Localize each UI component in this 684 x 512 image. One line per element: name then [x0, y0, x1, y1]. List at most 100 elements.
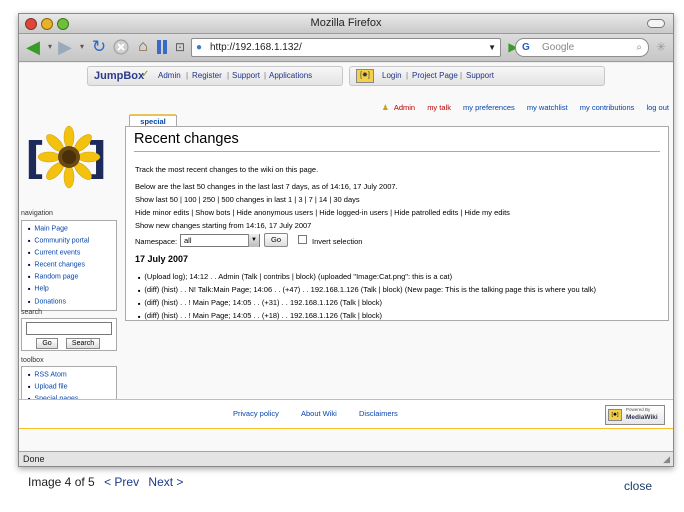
personal-link-contributions[interactable]: my contributions [580, 103, 635, 112]
jumpbox-link-applications[interactable]: Applications [269, 67, 312, 85]
mediawiki-sunflower-icon: [✹] [608, 409, 622, 421]
toolbox-heading: toolbox [21, 357, 44, 364]
date-heading: 17 July 2007 [135, 254, 189, 264]
page-footer: Privacy policy About Wiki Disclaimers [✹… [19, 399, 673, 429]
search-portlet: Go Search [21, 318, 117, 351]
user-icon: ♟ [382, 103, 389, 112]
search-bar[interactable]: G Google ⌕ [515, 38, 649, 57]
url-bar[interactable]: ● http://192.168.1.132/ ▼ [191, 38, 501, 57]
separator: | [186, 71, 189, 80]
show-last-links[interactable]: Show last 50 | 100 | 250 | 500 changes i… [135, 195, 360, 204]
status-bar: Done ◢ [19, 451, 673, 466]
title-bar: Mozilla Firefox [19, 14, 673, 34]
change-item-text[interactable]: (diff) (hist) . . ! Main Page; 14:05 . .… [144, 311, 382, 320]
navigation-heading: navigation [21, 210, 53, 217]
mediawiki-badge-caption: Powered By [626, 407, 651, 412]
sidebar-item-current-events[interactable]: Current events [28, 247, 116, 259]
new-tab-icon[interactable]: ⊡ [171, 37, 189, 57]
sidebar-go-button[interactable]: Go [36, 338, 58, 349]
footer-link-about[interactable]: About Wiki [301, 409, 337, 418]
toolbar-toggle-button[interactable] [647, 19, 665, 28]
magnifier-icon[interactable]: ⌕ [636, 39, 642, 56]
image-counter: Image 4 of 5 [28, 475, 95, 489]
sidebar-item-donations[interactable]: Donations [28, 296, 116, 308]
stop-icon[interactable] [111, 37, 131, 57]
jumpbox-link-support[interactable]: Support [232, 67, 260, 85]
separator: | [264, 71, 267, 80]
personal-link-admin[interactable]: Admin [394, 103, 415, 112]
jumpbox-link-project-page[interactable]: Project Page [412, 67, 458, 85]
url-dropdown-icon[interactable]: ▼ [488, 39, 496, 56]
jumpbox-check-icon: ✓ [141, 69, 150, 80]
change-item-text[interactable]: (Upload log); 14:12 . . Admin (Talk | co… [144, 272, 452, 281]
forward-dropdown-icon[interactable]: ▾ [77, 37, 87, 57]
personal-link-my-talk[interactable]: my talk [427, 103, 451, 112]
invert-selection-checkbox[interactable] [298, 235, 307, 244]
window-title: Mozilla Firefox [310, 17, 382, 29]
separator: | [227, 71, 230, 80]
change-item: ■ (Upload log); 14:12 . . Admin (Talk | c… [138, 272, 453, 281]
page-title: Recent changes [134, 131, 239, 147]
change-item: ■ (diff) (hist) . . ! Main Page; 14:05 . … [138, 298, 382, 307]
namespace-go-button[interactable]: Go [264, 233, 288, 247]
sidebar-item-main-page[interactable]: Main Page [28, 223, 116, 235]
jumpbox-bar-left: JumpBox ✓ Admin | Register | Support | A… [87, 66, 343, 86]
home-icon[interactable]: ⌂ [133, 37, 153, 57]
personal-link-watchlist[interactable]: my watchlist [527, 103, 568, 112]
sidebar-item-recent-changes[interactable]: Recent changes [28, 259, 116, 271]
sidebar-search-input[interactable] [26, 322, 112, 335]
namespace-select[interactable]: all ▼ [180, 234, 260, 247]
personal-link-log-out[interactable]: log out [646, 103, 669, 112]
sidebar-search-button[interactable]: Search [66, 338, 100, 349]
title-divider [134, 151, 660, 152]
url-text: http://192.168.1.132/ [210, 42, 302, 53]
sidebar-item-help[interactable]: Help [28, 283, 116, 295]
prev-link[interactable]: < Prev [104, 475, 139, 489]
navigation-portlet: Main Page Community portal Current event… [21, 220, 117, 311]
wiki-logo[interactable]: [ ] [21, 117, 117, 197]
forward-arrow-icon[interactable]: ▶ [55, 37, 75, 57]
gallery-caption: Image 4 of 5 < Prev Next > [28, 475, 189, 489]
jumpbox-logo[interactable]: JumpBox [94, 67, 144, 85]
main-content: Recent changes Track the most recent cha… [125, 126, 669, 321]
back-dropdown-icon[interactable]: ▾ [45, 37, 55, 57]
invert-selection-label: Invert selection [312, 237, 363, 246]
change-item-text[interactable]: (diff) (hist) . . ! Main Page; 14:05 . .… [144, 298, 382, 307]
page-content: JumpBox ✓ Admin | Register | Support | A… [19, 63, 673, 453]
filter-toggle-links[interactable]: Hide minor edits | Show bots | Hide anon… [135, 208, 510, 217]
resize-grip-icon[interactable]: ◢ [663, 452, 670, 466]
bookmarks-icon[interactable] [153, 37, 171, 57]
intro-text: Track the most recent changes to the wik… [135, 165, 319, 174]
change-item-text[interactable]: (diff) (hist) . . N! Talk:Main Page; 14:… [144, 285, 596, 294]
footer-link-privacy[interactable]: Privacy policy [233, 409, 279, 418]
google-icon: G [522, 42, 530, 53]
mediawiki-badge[interactable]: [✹] Powered By MediaWiki [605, 405, 665, 425]
namespace-label: Namespace: [135, 237, 178, 246]
footer-link-disclaimers[interactable]: Disclaimers [359, 409, 398, 418]
jumpbox-link-admin[interactable]: Admin [158, 67, 181, 85]
change-item: ■ (diff) (hist) . . ! Main Page; 14:05 . … [138, 311, 382, 320]
site-globe-icon: ● [196, 42, 203, 53]
change-item: ■ (diff) (hist) . . N! Talk:Main Page; 14… [138, 285, 596, 294]
reload-icon[interactable]: ↻ [89, 37, 109, 57]
jumpbox-link-support-right[interactable]: Support [466, 67, 494, 85]
browser-window: Mozilla Firefox ◀ ▾ ▶ ▾ ↻ ⌂ ⊡ ● http://1… [18, 13, 674, 467]
summary-line: Below are the last 50 changes in the las… [135, 182, 398, 191]
next-link[interactable]: Next > [148, 475, 183, 489]
app-sunflower-icon: [✹] [356, 69, 374, 83]
mediawiki-badge-text: MediaWiki [626, 414, 658, 421]
status-text: Done [23, 454, 45, 464]
sidebar-item-community-portal[interactable]: Community portal [28, 235, 116, 247]
separator: | [406, 71, 409, 80]
jumpbox-link-login[interactable]: Login [382, 67, 402, 85]
close-link[interactable]: close [624, 479, 652, 493]
back-arrow-icon[interactable]: ◀ [23, 37, 43, 57]
jumpbox-link-register[interactable]: Register [192, 67, 222, 85]
sidebar-item-random-page[interactable]: Random page [28, 271, 116, 283]
search-placeholder: Google [542, 42, 575, 53]
separator: | [460, 71, 463, 80]
toolbox-item-upload-file[interactable]: Upload file [28, 381, 116, 393]
starting-from-line[interactable]: Show new changes starting from 14:16, 17… [135, 221, 311, 230]
toolbox-item-feeds[interactable]: RSS Atom [28, 369, 116, 381]
personal-link-preferences[interactable]: my preferences [463, 103, 515, 112]
